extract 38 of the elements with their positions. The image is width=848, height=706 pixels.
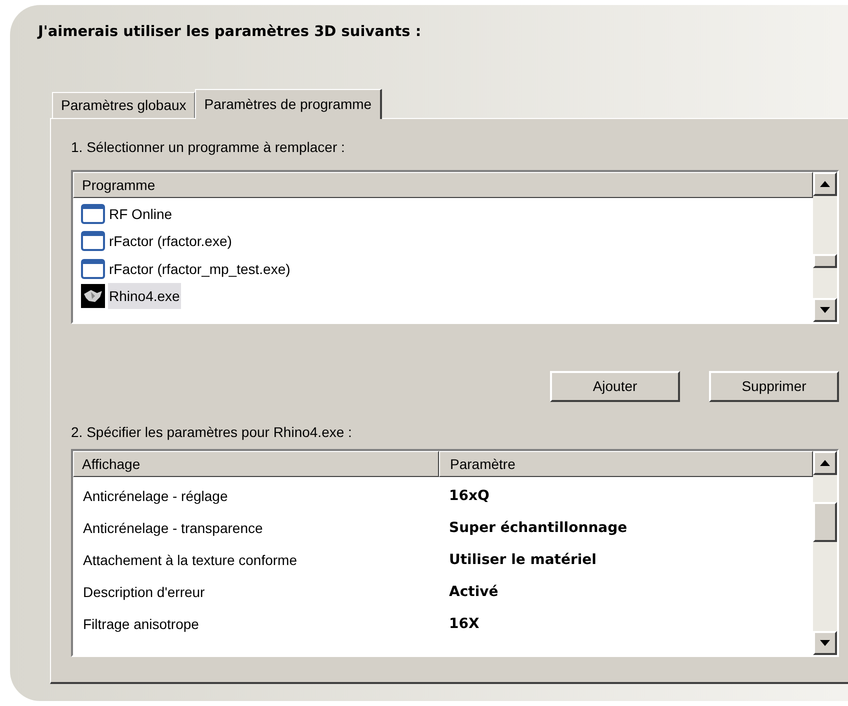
- window-icon: [81, 204, 105, 224]
- setting-name[interactable]: Attachement à la texture conforme: [83, 552, 297, 568]
- tab[interactable]: Paramètres de programme: [195, 88, 382, 119]
- page-title: J'aimerais utiliser les paramètres 3D suivants :: [36, 23, 422, 42]
- up-arrow-icon: [820, 180, 830, 187]
- setting-value[interactable]: 16X: [449, 614, 480, 636]
- window-icon: [81, 231, 105, 251]
- up-arrow-icon: [820, 460, 830, 466]
- scroll-up-button[interactable]: [813, 450, 837, 475]
- setting-name[interactable]: Description d'erreur: [83, 584, 205, 600]
- setting-value[interactable]: 16xQ: [449, 486, 490, 508]
- column-header[interactable]: Affichage: [73, 450, 439, 477]
- down-arrow-icon: [820, 640, 830, 646]
- setting-name[interactable]: Anticrénelage - réglage: [83, 488, 228, 504]
- rhino-icon: [81, 284, 105, 308]
- setting-value[interactable]: Activé: [449, 582, 498, 604]
- column-header[interactable]: Paramètre: [439, 450, 813, 477]
- program-item[interactable]: rFactor (rfactor_mp_test.exe): [108, 256, 292, 282]
- setting-name[interactable]: Filtrage anisotrope: [83, 616, 199, 632]
- setting-value[interactable]: Utiliser le matériel: [449, 550, 596, 572]
- section-label: 1. Sélectionner un programme à remplacer :: [71, 138, 345, 157]
- scrollbar-thumb[interactable]: [813, 502, 837, 542]
- scroll-up-button[interactable]: [813, 172, 837, 196]
- down-arrow-icon: [820, 306, 830, 313]
- setting-value[interactable]: Super échantillonnage: [449, 518, 628, 540]
- scroll-down-button[interactable]: [813, 630, 837, 655]
- program-item[interactable]: Rhino4.exe: [108, 283, 181, 309]
- remove-button[interactable]: Supprimer: [709, 370, 839, 402]
- program-item[interactable]: RF Online: [108, 200, 174, 226]
- scrollbar-thumb[interactable]: [813, 254, 837, 268]
- scroll-down-button[interactable]: [813, 298, 837, 322]
- add-button[interactable]: Ajouter: [550, 370, 680, 402]
- section-label: 2. Spécifier les paramètres pour Rhino4.exe :: [71, 422, 352, 442]
- column-header[interactable]: Programme: [73, 172, 813, 198]
- setting-name[interactable]: Anticrénelage - transparence: [83, 520, 263, 536]
- window-icon: [81, 258, 105, 278]
- program-item[interactable]: rFactor (rfactor.exe): [108, 228, 233, 254]
- tab[interactable]: Paramètres globaux: [52, 92, 196, 118]
